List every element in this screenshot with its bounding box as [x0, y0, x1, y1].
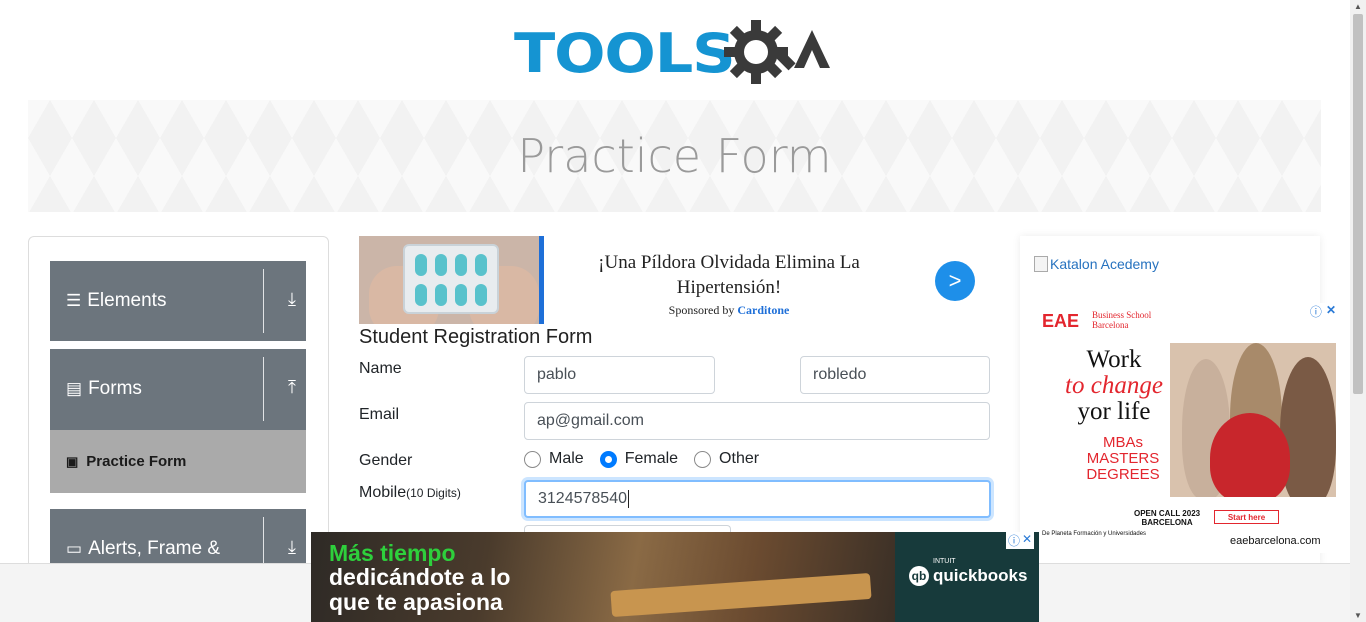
ad-sponsor-name[interactable]: Carditone [737, 303, 789, 317]
sidebar-group-label: Elements [87, 290, 167, 311]
ad-sponsor-prefix: Sponsored by [668, 303, 735, 317]
sidebar-group-elements[interactable]: ☰ Elements ⤓ [50, 261, 306, 341]
program-item: DEGREES [1086, 466, 1160, 483]
document-icon: ▤ [66, 379, 83, 398]
mobile-input[interactable]: 3124578540 [524, 480, 991, 518]
radio-label: Female [624, 450, 679, 467]
quickbooks-text: quickbooks [933, 566, 1028, 585]
scrollbar[interactable]: ▲ ▼ [1350, 0, 1366, 622]
ad-sponsor: Sponsored by Carditone [564, 303, 894, 318]
mobile-label-text: Mobile [359, 484, 407, 501]
hamburger-icon: ☰ [66, 291, 82, 310]
ad-image [359, 236, 544, 324]
headline-line: to change [1065, 372, 1163, 399]
close-icon[interactable]: ✕ [1022, 532, 1032, 549]
sidebar-group-forms[interactable]: ▤ Forms ⤒ [50, 349, 306, 430]
info-icon[interactable]: ⓘ [1310, 303, 1322, 320]
toolsqa-logo[interactable]: TOOLS [514, 16, 830, 92]
radio-other[interactable] [694, 450, 712, 468]
ad-headline: ¡Una Píldora Olvidada Elimina La Hiperte… [598, 252, 860, 298]
first-name-input[interactable]: pablo [524, 356, 715, 394]
form-title: Student Registration Form [359, 326, 593, 348]
katalon-ad-link[interactable]: Katalon Acedemy [1034, 256, 1159, 272]
ad-banner-top[interactable]: ¡Una Píldora Olvidada Elimina La Hiperte… [359, 236, 991, 324]
gear-icon [724, 20, 830, 84]
broken-image-icon [1034, 256, 1048, 272]
sidebar-group-label: Forms [88, 378, 142, 399]
sidebar-item-label: Practice Form [86, 453, 187, 470]
ad-slogan-lines: dedicándote a lo que te apasiona [329, 565, 510, 615]
email-label: Email [359, 406, 400, 423]
last-name-input[interactable]: robledo [800, 356, 990, 394]
radio-label: Other [719, 450, 760, 467]
mobile-label: Mobile(10 Digits) [359, 484, 461, 502]
close-icon[interactable]: ✕ [1326, 303, 1336, 320]
ad-choices[interactable]: ⓘ ✕ [1310, 303, 1336, 320]
scroll-thumb[interactable] [1353, 14, 1363, 394]
eae-url: eaebarcelona.com [1230, 535, 1321, 547]
gender-other-option[interactable]: Other [694, 450, 759, 468]
divider [263, 269, 264, 333]
ad-slogan-line: que te apasiona [329, 589, 503, 615]
eae-logo: EAE [1042, 311, 1080, 331]
ad-photo [1170, 343, 1336, 497]
open-call-line: OPEN CALL 2023 [1134, 509, 1201, 518]
start-here-button[interactable]: Start here [1214, 510, 1279, 524]
upload-icon[interactable]: ⤒ [288, 377, 296, 398]
page: { "header": { "logo_text": "TOOLS", "log… [0, 0, 1366, 622]
intuit-label: INTUIT [933, 558, 956, 565]
ad-next-button[interactable]: > [935, 261, 975, 301]
eae-sub-line: Business School [1092, 310, 1152, 320]
radio-male[interactable] [524, 450, 541, 468]
eae-ad[interactable]: EAE Business School Barcelona ⓘ ✕ Work to… [1034, 303, 1336, 553]
gender-female-option[interactable]: Female [599, 450, 679, 468]
name-label: Name [359, 360, 402, 377]
program-item: MASTERS [1086, 450, 1160, 467]
eae-headline: Work to change yor life [1054, 347, 1174, 425]
quickbooks-icon: qb [909, 566, 929, 586]
ad-slogan-line: Más tiempo [329, 540, 456, 566]
radio-label: Male [549, 450, 584, 467]
divider [263, 357, 264, 421]
mobile-value: 3124578540 [538, 490, 627, 507]
ad-slogan-line: dedicándote a lo [329, 564, 511, 590]
radio-female[interactable] [599, 450, 617, 468]
page-banner: Practice Form [28, 100, 1321, 212]
program-item: MBAs [1102, 434, 1143, 451]
ad-choices[interactable]: ⓘ ✕ [1006, 532, 1035, 549]
headline-line: Work [1086, 346, 1142, 373]
open-call-line: BARCELONA [1141, 518, 1193, 527]
gender-label: Gender [359, 452, 413, 469]
mobile-hint: (10 Digits) [406, 486, 461, 500]
info-icon[interactable]: ⓘ [1008, 532, 1020, 549]
eae-programs: MBAs MASTERS DEGREES [1078, 435, 1168, 483]
headline-line: yor life [1077, 398, 1151, 425]
eae-subtitle: Business School Barcelona [1092, 310, 1151, 330]
gender-male-option[interactable]: Male [524, 450, 584, 468]
scroll-up-icon[interactable]: ▲ [1354, 2, 1362, 11]
download-icon[interactable]: ⤓ [288, 289, 296, 310]
ad-sidebar-right: Katalon Acedemy EAE Business School Barc… [1020, 236, 1336, 566]
quickbooks-logo: qb INTUIT quickbooks [909, 558, 1028, 586]
sidebar-item-practice-form[interactable]: ▣ Practice Form [50, 430, 306, 493]
logo-tools-text: TOOLS [514, 22, 736, 85]
eae-sub-line: Barcelona [1092, 320, 1129, 330]
ad-banner-bottom[interactable]: Más tiempo dedicándote a lo que te apasi… [311, 532, 1039, 622]
open-call-text: OPEN CALL 2023 BARCELONA [1134, 509, 1200, 527]
form-icon: ▣ [66, 453, 79, 469]
katalon-ad-text: Katalon Acedemy [1050, 256, 1159, 272]
email-input[interactable]: ap@gmail.com [524, 402, 990, 440]
download-icon[interactable]: ⤓ [288, 537, 296, 558]
sidebar-group-label: Alerts, Frame & [88, 538, 221, 559]
planeta-credit: De Planeta Formación y Universidades [1042, 531, 1147, 537]
scroll-down-icon[interactable]: ▼ [1354, 611, 1362, 620]
text-caret [627, 490, 629, 508]
gender-radio-group: Male Female Other [524, 450, 775, 468]
page-title: Practice Form [517, 129, 832, 183]
window-icon: ▭ [66, 539, 83, 558]
